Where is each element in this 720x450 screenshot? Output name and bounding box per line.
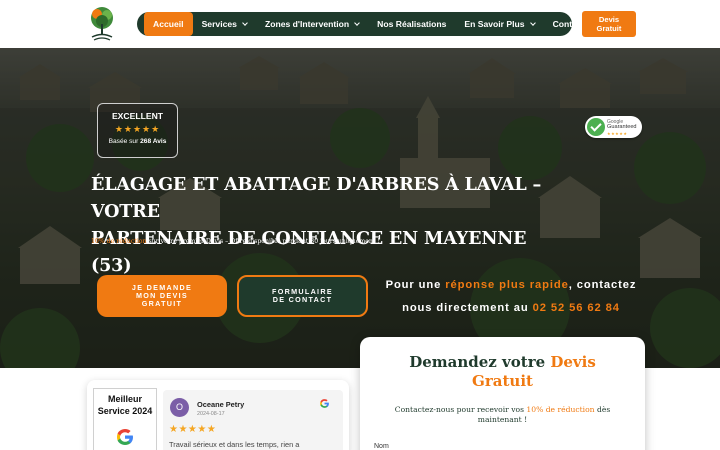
form-title-part1: Demandez votre	[409, 353, 551, 371]
google-logo-icon	[117, 429, 133, 445]
contact-prefix: Pour une	[385, 279, 446, 291]
best-title-line1: Meilleur	[107, 394, 142, 404]
page-title: ÉLAGAGE ET ABATTAGE D'ARBRES À LAVAL – V…	[91, 171, 571, 279]
rating-subtitle: Basée sur 268 Avis	[98, 138, 177, 145]
review-stars: ★★★★★	[169, 424, 217, 435]
review-text: Travail sérieux et dans les temps, rien …	[169, 440, 300, 449]
main-nav: Accueil Services Zones d'Intervention No…	[137, 12, 585, 36]
form-title-hl2: Gratuit	[472, 372, 533, 390]
devis-gratuit-button[interactable]: Devis Gratuit	[582, 11, 636, 37]
nav-zones[interactable]: Zones d'Intervention	[256, 12, 368, 36]
contact-highlight: réponse plus rapide	[445, 279, 569, 291]
nav-label: Services	[201, 19, 237, 29]
badge-line2: Guaranteed	[607, 124, 637, 130]
form-title: Demandez votre Devis Gratuit	[360, 353, 645, 391]
excellent-rating-card[interactable]: EXCELLENT ★★★★★ Basée sur 268 Avis	[97, 103, 178, 158]
review-card[interactable]: O Oceane Petry 2024-08-17 ★★★★★ Travail …	[163, 390, 343, 450]
nav-label: En Savoir Plus	[464, 19, 525, 29]
nav-accueil[interactable]: Accueil	[144, 12, 193, 36]
contact-line2-prefix: nous directement au	[402, 302, 533, 314]
nav-label: Contact	[552, 19, 585, 29]
tree-logo-icon[interactable]	[88, 6, 116, 42]
nav-label: Zones d'Intervention	[264, 19, 350, 29]
request-quote-button[interactable]: JE DEMANDE MON DEVIS GRATUIT	[97, 275, 227, 317]
contact-suffix: , contactez	[568, 279, 637, 291]
title-line2: PARTENAIRE DE CONFIANCE EN MAYENNE (53)	[91, 228, 527, 276]
chevron-down-icon	[354, 19, 360, 26]
name-field-label: Nom	[374, 443, 389, 450]
reviewer-name: Oceane Petry	[197, 400, 245, 409]
rating-title: EXCELLENT	[111, 111, 164, 121]
best-service-badge: Meilleur Service 2024	[93, 388, 157, 450]
cta-line: GRATUIT	[141, 299, 183, 308]
rating-stars: ★★★★★	[114, 124, 161, 134]
promo-highlight: 10% de réduction	[91, 238, 147, 245]
chevron-down-icon	[242, 19, 248, 26]
contact-phone-text: Pour une réponse plus rapide, contactez …	[380, 274, 642, 320]
contact-form-button[interactable]: FORMULAIRE DE CONTACT	[237, 275, 368, 317]
google-guaranteed-badge[interactable]: Google Guaranteed ★★★★★	[585, 116, 642, 138]
nav-services[interactable]: Services	[193, 12, 256, 36]
form-title-hl1: Devis	[550, 353, 596, 371]
phone-link[interactable]: 02 52 56 62 84	[533, 302, 620, 314]
devis-line2: Gratuit	[596, 24, 622, 33]
form-sub-line2: maintenant !	[477, 415, 528, 424]
review-date: 2024-08-17	[197, 411, 225, 417]
badge-stars: ★★★★★	[607, 131, 628, 136]
google-logo-icon	[320, 399, 329, 408]
cta-line: DE CONTACT	[272, 295, 333, 304]
quote-form-card: Demandez votre Devis Gratuit Contactez-n…	[360, 337, 645, 450]
site-header: Accueil Services Zones d'Intervention No…	[0, 0, 720, 48]
promo-text: 10% de réduction sur votre premier Devis…	[91, 238, 380, 245]
best-service-title: Meilleur Service 2024	[94, 393, 156, 417]
nav-realisations[interactable]: Nos Réalisations	[368, 12, 455, 36]
title-line1: ÉLAGAGE ET ABATTAGE D'ARBRES À LAVAL – V…	[91, 174, 542, 222]
checkmark-icon	[587, 118, 605, 136]
nav-en-savoir-plus[interactable]: En Savoir Plus	[455, 12, 543, 36]
rating-sub-prefix: Basée sur	[108, 138, 139, 145]
devis-line1: Devis	[598, 15, 620, 24]
nav-label: Nos Réalisations	[377, 19, 447, 29]
nav-label: Accueil	[153, 19, 184, 29]
chevron-down-icon	[529, 19, 536, 26]
avatar: O	[170, 398, 189, 417]
form-sub-prefix: Contactez-nous pour recevoir vos	[394, 405, 527, 414]
best-title-line2: Service 2024	[97, 406, 153, 416]
form-subtitle: Contactez-nous pour recevoir vos 10% de …	[370, 405, 635, 425]
rating-count: 268 Avis	[140, 138, 167, 145]
promo-rest: sur votre premier Devis – Offre disponib…	[146, 238, 380, 245]
form-sub-suffix: dès	[594, 405, 611, 414]
form-sub-highlight: 10% de réduction	[526, 405, 595, 414]
